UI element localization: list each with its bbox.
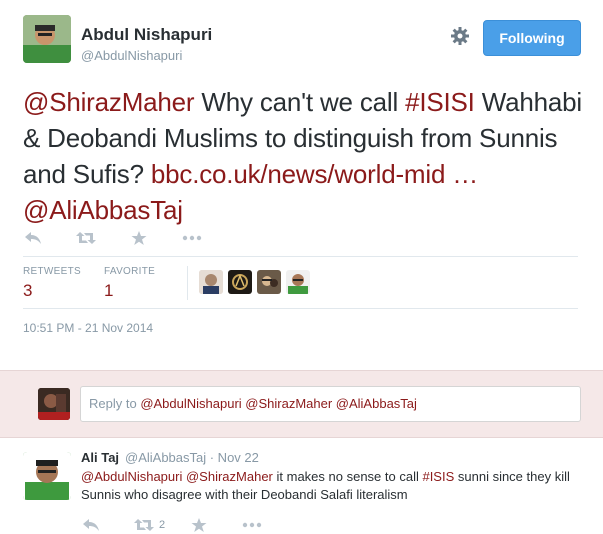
hashtag-link[interactable]: #ISISI [405, 87, 475, 117]
divider [23, 256, 578, 257]
favorite-icon[interactable] [189, 516, 209, 534]
reply-input[interactable]: Reply to @AbdulNishapuri @ShirazMaher @A… [80, 386, 581, 422]
url-link[interactable]: bbc.co.uk/news/world-mid … [151, 159, 478, 189]
reply-retweet-count: 2 [159, 519, 166, 531]
favoriter-avatar[interactable] [228, 270, 252, 294]
mention-link[interactable]: @AliAbbasTaj [23, 195, 183, 225]
favoriter-avatar[interactable] [286, 270, 310, 294]
tweet-actions [23, 228, 235, 248]
reply-tweet-actions: 2 [81, 516, 295, 534]
mention-link[interactable]: @AbdulNishapuri [81, 469, 182, 484]
reply-author-meta[interactable]: @AliAbbasTaj · Nov 22 [125, 450, 259, 465]
hashtag-link[interactable]: #ISIS [422, 469, 454, 484]
author-name[interactable]: Abdul Nishapuri [81, 25, 212, 45]
gear-icon[interactable] [450, 26, 470, 46]
favoriter-avatar[interactable] [257, 270, 281, 294]
divider [23, 308, 578, 309]
tweet-text-segment: Why can't we call [194, 87, 406, 117]
reply-author-name[interactable]: Ali Taj [81, 450, 119, 465]
more-icon[interactable] [182, 229, 202, 247]
reply-area: Reply to @AbdulNishapuri @ShirazMaher @A… [0, 370, 603, 438]
retweets-count[interactable]: 3 [23, 281, 32, 301]
author-avatar[interactable] [23, 15, 71, 63]
favorites-label: FAVORITE [104, 266, 156, 277]
favorites-count[interactable]: 1 [104, 281, 113, 301]
reply-tweet: Ali Taj @AliAbbasTaj · Nov 22 @AbdulNish… [0, 438, 603, 532]
author-handle[interactable]: @AbdulNishapuri [81, 48, 182, 63]
stats-divider [187, 266, 188, 300]
reply-text-segment: it makes no sense to call [272, 469, 423, 484]
retweet-icon[interactable] [134, 516, 154, 534]
reply-placeholder-mentions: @AbdulNishapuri @ShirazMaher @AliAbbasTa… [140, 396, 417, 411]
reply-tweet-text: @AbdulNishapuri @ShirazMaher it makes no… [81, 468, 581, 504]
more-icon[interactable] [242, 516, 262, 534]
favorite-icon[interactable] [129, 229, 149, 247]
main-tweet: Abdul Nishapuri @AbdulNishapuri Followin… [0, 0, 603, 370]
reply-placeholder-prefix: Reply to [89, 396, 141, 411]
reply-icon[interactable] [81, 516, 101, 534]
mention-link[interactable]: @ShirazMaher [23, 87, 195, 117]
current-user-avatar [38, 388, 70, 420]
retweet-icon[interactable] [76, 229, 96, 247]
retweets-label: RETWEETS [23, 266, 81, 277]
tweet-timestamp[interactable]: 10:51 PM - 21 Nov 2014 [23, 321, 153, 335]
mention-link[interactable]: @ShirazMaher [186, 469, 273, 484]
favoriter-avatar[interactable] [199, 270, 223, 294]
following-button[interactable]: Following [483, 20, 581, 56]
tweet-text: @ShirazMaher Why can't we call #ISISI Wa… [23, 84, 593, 228]
reply-author-avatar[interactable] [23, 452, 71, 500]
reply-icon[interactable] [23, 229, 43, 247]
